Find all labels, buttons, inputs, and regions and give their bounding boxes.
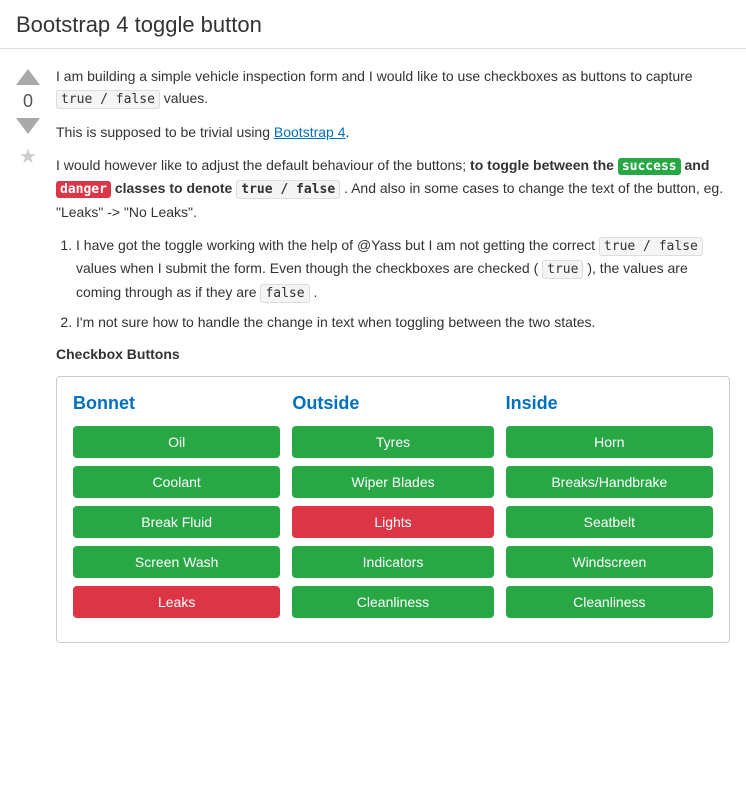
inline-code-true: true [542,260,583,279]
checkbox-table: Bonnet Oil Coolant Break Fluid Screen Wa… [56,376,730,643]
success-highlight: success [618,158,681,175]
inside-column: Inside Horn Breaks/Handbrake Seatbelt Wi… [500,393,713,626]
outside-cleanliness-button[interactable]: Cleanliness [292,586,493,618]
bonnet-oil-button[interactable]: Oil [73,426,280,458]
bonnet-header: Bonnet [73,393,280,426]
bonnet-screen-wash-button[interactable]: Screen Wash [73,546,280,578]
bootstrap4-link[interactable]: Bootstrap 4 [274,124,346,140]
inside-header: Inside [506,393,713,426]
inside-windscreen-button[interactable]: Windscreen [506,546,713,578]
vote-column: 0 ★ [0,65,56,643]
bonnet-coolant-button[interactable]: Coolant [73,466,280,498]
list-item-2: I'm not sure how to handle the change in… [76,311,730,333]
outside-header: Outside [292,393,493,426]
favorite-star-icon[interactable]: ★ [19,144,37,169]
inside-seatbelt-button[interactable]: Seatbelt [506,506,713,538]
bonnet-break-fluid-button[interactable]: Break Fluid [73,506,280,538]
main-content: 0 ★ I am building a simple vehicle inspe… [0,49,746,659]
danger-highlight: danger [56,181,111,198]
inline-code-true-false: true / false [56,90,160,109]
bonnet-column: Bonnet Oil Coolant Break Fluid Screen Wa… [73,393,286,626]
paragraph-2: This is supposed to be trivial using Boo… [56,121,730,143]
section-label: Checkbox Buttons [56,343,730,365]
checkbox-grid: Bonnet Oil Coolant Break Fluid Screen Wa… [73,393,713,626]
inline-code-1: true / false [599,237,703,256]
outside-indicators-button[interactable]: Indicators [292,546,493,578]
inside-breaks-handbrake-button[interactable]: Breaks/Handbrake [506,466,713,498]
outside-tyres-button[interactable]: Tyres [292,426,493,458]
true-false-highlight: true / false [236,180,340,199]
paragraph-3: I would however like to adjust the defau… [56,154,730,224]
text-column: I am building a simple vehicle inspectio… [56,65,746,643]
vote-up-button[interactable] [16,69,40,85]
bonnet-leaks-button[interactable]: Leaks [73,586,280,618]
inline-code-false: false [260,284,309,303]
inside-horn-button[interactable]: Horn [506,426,713,458]
paragraph-1: I am building a simple vehicle inspectio… [56,65,730,111]
outside-column: Outside Tyres Wiper Blades Lights Indica… [286,393,499,626]
page-title: Bootstrap 4 toggle button [0,0,746,49]
inside-cleanliness-button[interactable]: Cleanliness [506,586,713,618]
issues-list: I have got the toggle working with the h… [76,234,730,334]
vote-down-button[interactable] [16,118,40,134]
list-item-1: I have got the toggle working with the h… [76,234,730,305]
outside-lights-button[interactable]: Lights [292,506,493,538]
vote-count: 0 [23,91,33,112]
outside-wiper-blades-button[interactable]: Wiper Blades [292,466,493,498]
